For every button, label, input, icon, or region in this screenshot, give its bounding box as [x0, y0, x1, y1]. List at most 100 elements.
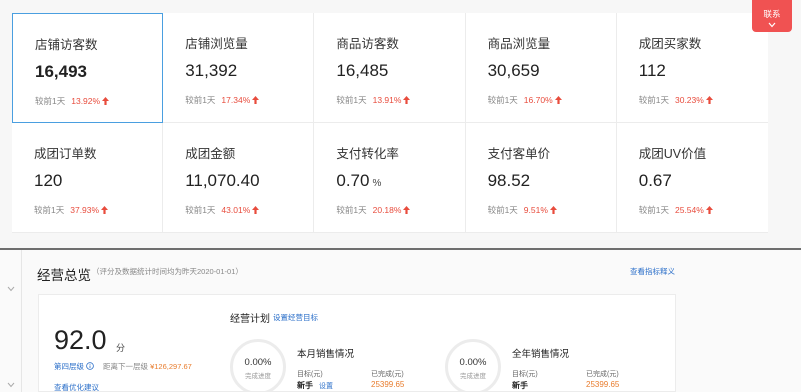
metrics-area: 店铺访客数 16,493 较前1天 13.92% 店铺浏览量 31,392 较前1天 17.3… — [0, 0, 801, 248]
metric-compare: 较前1天 30.23% — [639, 94, 713, 106]
metric-compare: 较前1天 43.01% — [185, 204, 260, 216]
overview-section: 经营总览 （评分及数据统计时间均为昨天2020-01-01） 查看指标释义 92… — [0, 250, 801, 392]
compare-label: 较前1天 — [638, 95, 669, 105]
metric-number: 0.70 — [336, 171, 370, 190]
compare-label: 较前1天 — [185, 205, 216, 215]
metric-compare: 较前1天 9.51% — [488, 204, 557, 216]
change-percent: 43.01% — [221, 205, 251, 215]
metric-unit: % — [372, 178, 382, 189]
arrow-up-icon — [252, 96, 260, 104]
yearly-done-label: 已完成(元) — [586, 371, 619, 378]
yearly-done-value: 25399.65 — [586, 380, 620, 389]
monthly-done-value: 25399.65 — [371, 380, 405, 389]
change-percent: 30.23% — [674, 95, 704, 105]
yearly-sales-title: 全年销售情况 — [512, 349, 570, 360]
compare-label: 较前1天 — [34, 205, 65, 215]
next-level-label: 距离下一层级 — [103, 362, 148, 371]
metric-card[interactable]: 成团订单数 120 较前1天 37.93% — [12, 123, 164, 233]
metric-label: 商品浏览量 — [487, 37, 551, 51]
plan-title: 经营计划 — [230, 314, 270, 325]
metric-card[interactable]: 店铺浏览量 31,392 较前1天 17.34% — [163, 13, 315, 123]
metric-number: 98.52 — [487, 171, 531, 190]
compare-label: 较前1天 — [487, 95, 518, 105]
next-level-info: 距离下一层级 ¥126,297.67 — [103, 361, 192, 372]
yearly-target-value: 新手 — [512, 381, 528, 390]
overview-card: 92.0 分 第四层级 距离下一层级 ¥126,297.67 查看优化建议 经营… — [38, 294, 676, 392]
arrow-up-icon — [403, 206, 411, 214]
yearly-progress-ring: 0.00% 完成进度 — [445, 339, 501, 392]
chevron-down-icon[interactable] — [7, 382, 15, 388]
metric-card[interactable]: 店铺访客数 16,493 较前1天 13.92% — [12, 13, 164, 123]
change-percent: 37.93% — [70, 205, 100, 215]
metric-value: 120 — [34, 171, 65, 191]
monthly-progress-value: 0.00% — [244, 357, 272, 368]
left-rail — [0, 250, 22, 392]
metric-card[interactable]: 成团买家数 112 较前1天 30.23% — [616, 13, 768, 123]
score-value: 92.0 — [54, 325, 107, 355]
metric-value: 30,659 — [488, 61, 543, 81]
arrow-up-icon — [549, 206, 557, 214]
metric-value: 31,392 — [185, 61, 240, 81]
level-badge[interactable]: 第四层级 — [54, 361, 94, 372]
chevron-down-icon — [768, 22, 776, 28]
yearly-progress-value: 0.00% — [459, 357, 487, 368]
metric-value: 98.52 — [488, 171, 534, 191]
metric-card[interactable]: 支付转化率 0.70% 较前1天 20.18% — [314, 123, 466, 233]
optimization-suggestion-link[interactable]: 查看优化建议 — [54, 382, 99, 392]
metric-label: 成团买家数 — [638, 37, 702, 51]
metric-definition-link[interactable]: 查看指标释义 — [630, 266, 675, 277]
metric-number: 30,659 — [487, 61, 540, 80]
metric-card[interactable]: 成团UV价值 0.67 较前1天 25.54% — [616, 123, 768, 233]
arrow-up-icon — [101, 206, 109, 214]
chevron-down-icon[interactable] — [7, 286, 15, 292]
overview-title: 经营总览 — [37, 268, 91, 283]
compare-label: 较前1天 — [185, 95, 216, 105]
metric-compare: 较前1天 25.54% — [639, 204, 713, 216]
contact-service-label: 联系 — [763, 9, 781, 19]
arrow-up-icon — [705, 96, 713, 104]
metric-number: 112 — [638, 61, 666, 80]
metric-number: 31,392 — [185, 61, 238, 80]
compare-label: 较前1天 — [336, 95, 367, 105]
metric-compare: 较前1天 13.92% — [35, 95, 110, 107]
change-percent: 25.54% — [674, 205, 704, 215]
metric-card[interactable]: 商品浏览量 30,659 较前1天 16.70% — [465, 13, 617, 123]
next-level-amount: ¥126,297.67 — [150, 362, 192, 371]
change-percent: 13.91% — [372, 95, 402, 105]
score-unit: 分 — [116, 343, 126, 353]
metric-value: 0.67 — [639, 171, 675, 191]
monthly-sales-title: 本月销售情况 — [297, 349, 355, 360]
arrow-up-icon — [102, 97, 110, 105]
compare-label: 较前1天 — [638, 205, 669, 215]
overview-note: （评分及数据统计时间均为昨天2020-01-01） — [92, 267, 243, 276]
compare-label: 较前1天 — [35, 96, 66, 106]
contact-service-tab[interactable]: 联系 — [752, 0, 792, 32]
arrow-up-icon — [705, 206, 713, 214]
info-icon[interactable] — [86, 362, 94, 370]
arrow-up-icon — [403, 96, 411, 104]
monthly-progress-ring: 0.00% 完成进度 — [230, 339, 286, 392]
change-percent: 13.92% — [71, 96, 101, 106]
metric-card[interactable]: 商品访客数 16,485 较前1天 13.91% — [314, 13, 466, 123]
page: 店铺访客数 16,493 较前1天 13.92% 店铺浏览量 31,392 较前1天 17.3… — [0, 0, 801, 392]
compare-label: 较前1天 — [336, 205, 367, 215]
monthly-set-target-link[interactable]: 设置 — [319, 381, 333, 391]
metric-card[interactable]: 支付客单价 98.52 较前1天 9.51% — [465, 123, 617, 233]
metric-compare: 较前1天 16.70% — [488, 94, 562, 106]
monthly-done-label: 已完成(元) — [371, 371, 404, 378]
change-percent: 16.70% — [523, 95, 553, 105]
metric-label: 店铺访客数 — [35, 38, 98, 52]
compare-label: 较前1天 — [487, 205, 518, 215]
metric-number: 11,070.40 — [185, 171, 260, 190]
metric-label: 店铺浏览量 — [185, 37, 248, 51]
monthly-progress-label: 完成进度 — [245, 373, 271, 380]
set-target-link[interactable]: 设置经营目标 — [273, 312, 318, 323]
change-percent: 17.34% — [221, 95, 251, 105]
yearly-target-label: 目标(元) — [512, 371, 538, 378]
metric-label: 支付转化率 — [336, 147, 399, 161]
metric-value: 112 — [639, 61, 669, 81]
metric-value: 16,485 — [336, 61, 391, 81]
metric-number: 120 — [34, 171, 63, 190]
monthly-target-value: 新手 — [297, 381, 313, 390]
metric-card[interactable]: 成团金额 11,070.40 较前1天 43.01% — [163, 123, 315, 233]
